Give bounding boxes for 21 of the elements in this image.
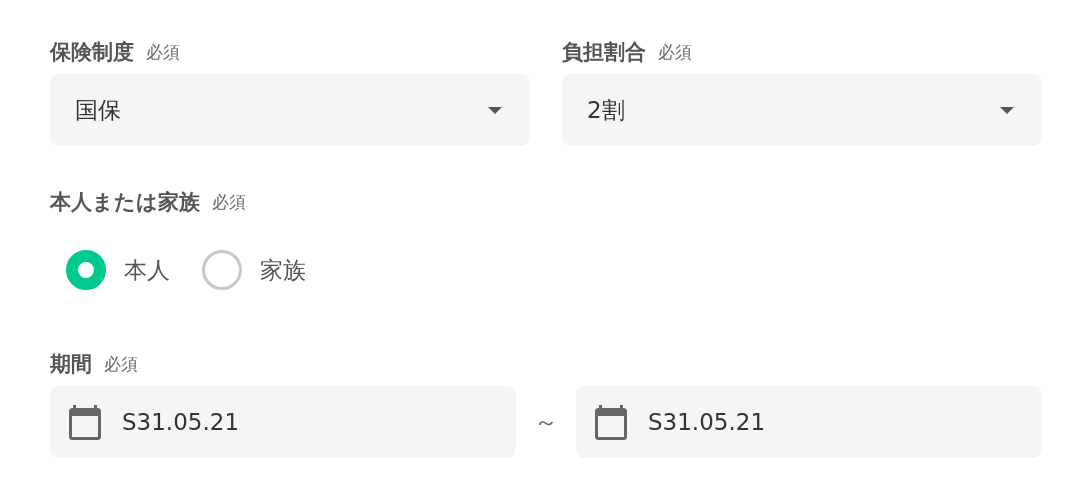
range-separator: ～ [533,407,559,438]
date-value: S31.05.21 [122,409,240,435]
required-tag: 必須 [658,40,692,64]
calendar-icon [594,403,628,441]
dropdown-caret-icon [488,106,502,114]
required-tag: 必須 [104,352,138,376]
field-label: 期間 [50,351,92,378]
required-tag: 必須 [212,190,246,214]
date-field[interactable]: S31.05.21 [50,386,516,458]
radio-option[interactable]: 家族 [202,250,306,290]
date-value: S31.05.21 [648,409,766,435]
radio-option[interactable]: 本人 [66,250,170,290]
select-dropdown[interactable]: 国保 [50,74,530,146]
date-field[interactable]: S31.05.21 [576,386,1042,458]
field-label: 保険制度 [50,39,134,66]
field-label: 負担割合 [562,39,646,66]
required-tag: 必須 [146,40,180,64]
field-label: 本人または家族 [50,189,200,216]
calendar-icon [68,403,102,441]
dropdown-caret-icon [1000,106,1014,114]
select-dropdown[interactable]: 2割 [562,74,1042,146]
